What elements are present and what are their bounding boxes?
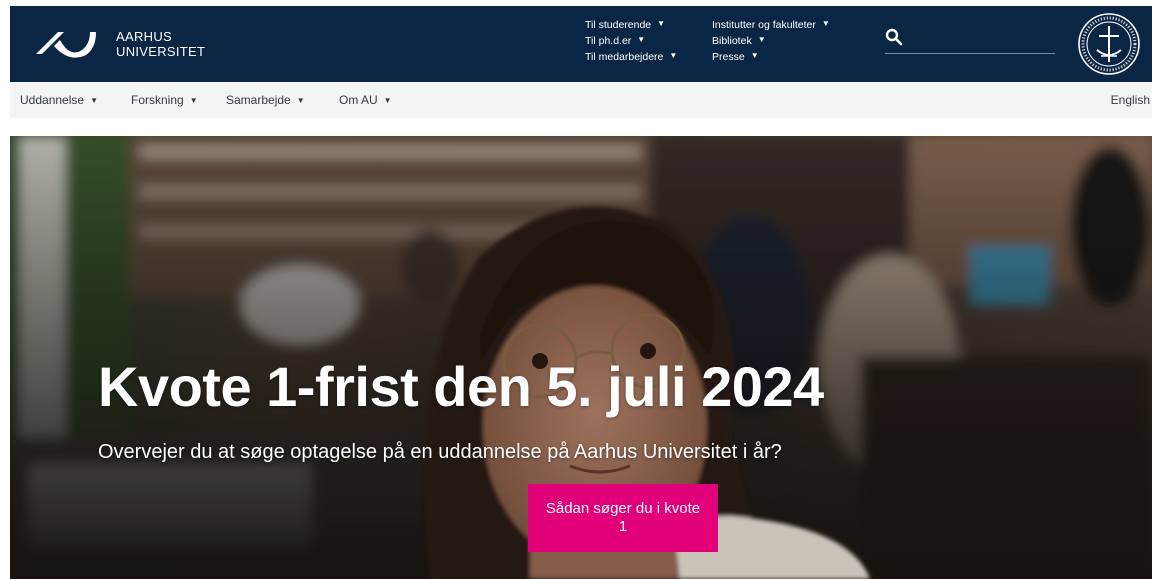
chevron-down-icon: ▼ xyxy=(750,51,759,60)
logo-wordmark: AARHUS UNIVERSITET xyxy=(116,29,205,59)
chevron-down-icon: ▼ xyxy=(637,35,646,44)
logo-line-2: UNIVERSITET xyxy=(116,44,206,59)
hero-banner: Kvote 1-frist den 5. juli 2024 Overvejer… xyxy=(10,136,1152,579)
menu-samarbejde[interactable]: Samarbejde ▼ xyxy=(226,93,305,107)
language-switch[interactable]: English xyxy=(1111,93,1150,107)
nav-label: Presse xyxy=(712,51,745,63)
menu-label: Uddannelse xyxy=(20,93,85,107)
university-seal-icon[interactable] xyxy=(1077,12,1141,76)
nav-label: Til studerende xyxy=(585,19,652,31)
chevron-down-icon: ▼ xyxy=(90,96,98,105)
nav-label: Til medarbejdere xyxy=(585,51,664,63)
nav-til-phder[interactable]: Til ph.d.er ▼ xyxy=(585,33,677,49)
logo-line-1: AARHUS xyxy=(116,29,172,44)
chevron-down-icon: ▼ xyxy=(657,19,666,28)
au-logo-icon xyxy=(36,32,96,58)
menu-label: Samarbejde xyxy=(226,93,291,107)
nav-label: Bibliotek xyxy=(712,35,752,47)
menu-uddannelse[interactable]: Uddannelse ▼ xyxy=(20,93,98,107)
resources-nav: Institutter og fakulteter ▼ Bibliotek ▼ … xyxy=(712,17,830,65)
hero-title: Kvote 1-frist den 5. juli 2024 xyxy=(98,355,824,418)
apply-kvote1-button[interactable]: Sådan søger du i kvote 1 xyxy=(528,484,718,552)
menu-label: Om AU xyxy=(339,93,378,107)
chevron-down-icon: ▼ xyxy=(669,51,678,60)
nav-til-studerende[interactable]: Til studerende ▼ xyxy=(585,17,677,33)
nav-bibliotek[interactable]: Bibliotek ▼ xyxy=(712,33,830,49)
nav-label: Institutter og fakulteter xyxy=(712,19,816,31)
top-header: AARHUS UNIVERSITET Til studerende ▼ Til … xyxy=(10,6,1152,82)
au-logo-link[interactable]: AARHUS UNIVERSITET xyxy=(34,22,205,66)
chevron-down-icon: ▼ xyxy=(821,19,830,28)
nav-presse[interactable]: Presse ▼ xyxy=(712,49,830,65)
chevron-down-icon: ▼ xyxy=(189,96,198,105)
chevron-down-icon: ▼ xyxy=(383,96,392,105)
search-icon[interactable] xyxy=(885,28,903,46)
search-box xyxy=(885,24,1055,54)
menu-label: Forskning xyxy=(131,93,184,107)
menu-forskning[interactable]: Forskning ▼ xyxy=(131,93,198,107)
chevron-down-icon: ▼ xyxy=(757,35,766,44)
chevron-down-icon: ▼ xyxy=(296,96,305,105)
menu-om-au[interactable]: Om AU ▼ xyxy=(339,93,392,107)
nav-til-medarbejdere[interactable]: Til medarbejdere ▼ xyxy=(585,49,677,65)
nav-label: Til ph.d.er xyxy=(585,35,632,47)
audience-nav: Til studerende ▼ Til ph.d.er ▼ Til medar… xyxy=(585,17,677,65)
hero-subtitle: Overvejer du at søge optagelse på en udd… xyxy=(98,441,782,463)
search-input[interactable] xyxy=(909,28,1049,48)
main-menu: Uddannelse ▼ Forskning ▼ Samarbejde ▼ Om AU… xyxy=(10,82,1152,118)
nav-institutter[interactable]: Institutter og fakulteter ▼ xyxy=(712,17,830,33)
